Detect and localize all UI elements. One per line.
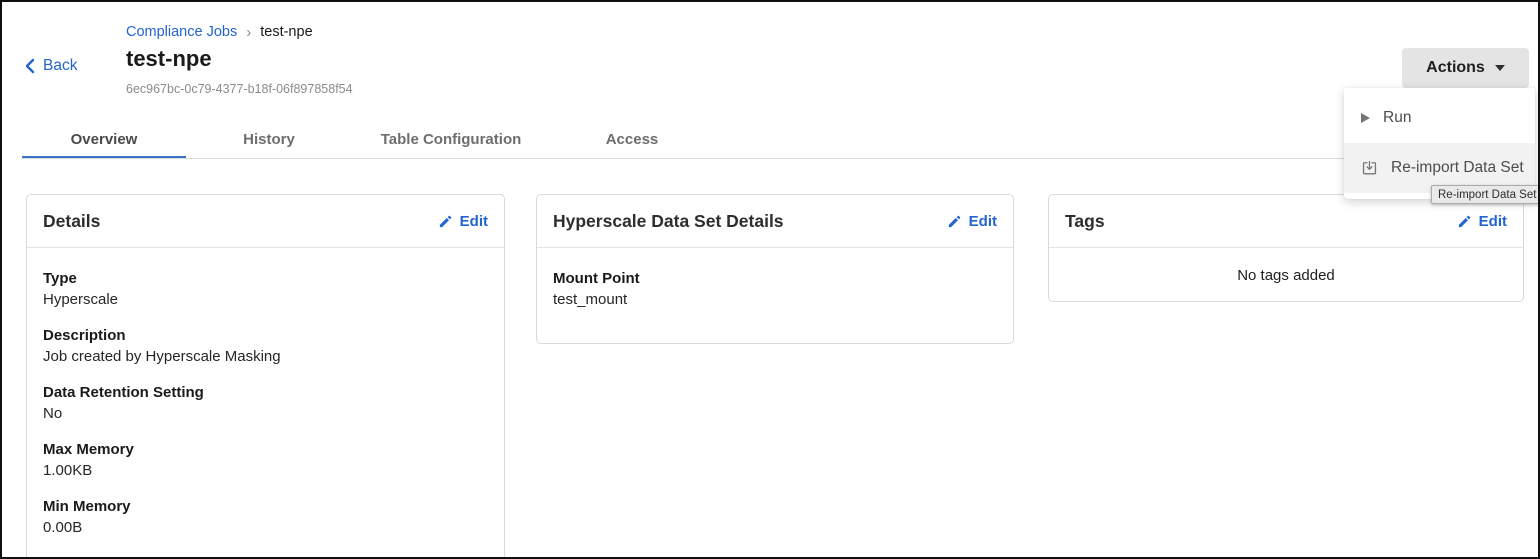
page-title: test-npe xyxy=(126,46,212,72)
actions-dropdown-menu: Run Re-import Data Set xyxy=(1344,88,1535,199)
field-label: Description xyxy=(43,325,488,346)
breadcrumb-parent-link[interactable]: Compliance Jobs xyxy=(126,24,237,40)
field-mount-point: Mount Point test_mount xyxy=(553,268,997,310)
tab-overview[interactable]: Overview xyxy=(22,120,186,159)
field-label: Data Retention Setting xyxy=(43,382,488,403)
field-value: No xyxy=(43,403,488,424)
actions-button-label: Actions xyxy=(1426,59,1485,77)
breadcrumb-separator-icon: › xyxy=(246,25,251,40)
caret-down-icon xyxy=(1495,65,1505,71)
pencil-icon xyxy=(438,214,453,229)
back-label: Back xyxy=(43,57,77,75)
import-icon xyxy=(1361,160,1378,177)
pencil-icon xyxy=(947,214,962,229)
tab-access[interactable]: Access xyxy=(550,120,714,159)
pencil-icon xyxy=(1457,214,1472,229)
tab-history[interactable]: History xyxy=(186,120,352,159)
field-max-memory: Max Memory 1.00KB xyxy=(43,439,488,481)
field-label: Type xyxy=(43,268,488,289)
edit-label: Edit xyxy=(460,213,488,230)
details-card-header: Details Edit xyxy=(27,195,504,248)
card-title: Hyperscale Data Set Details xyxy=(553,211,784,232)
field-label: Mount Point xyxy=(553,268,997,289)
menu-item-label: Run xyxy=(1383,109,1411,127)
tags-card: Tags Edit No tags added xyxy=(1048,194,1524,302)
tags-edit-button[interactable]: Edit xyxy=(1457,213,1507,230)
details-card-body: Type Hyperscale Description Job created … xyxy=(27,248,504,559)
field-type: Type Hyperscale xyxy=(43,268,488,310)
actions-button[interactable]: Actions xyxy=(1402,48,1529,88)
dataset-card-header: Hyperscale Data Set Details Edit xyxy=(537,195,1013,248)
field-label: Min Memory xyxy=(43,496,488,517)
field-label: Max Memory xyxy=(43,439,488,460)
menu-item-run[interactable]: Run xyxy=(1344,93,1535,143)
details-edit-button[interactable]: Edit xyxy=(438,213,488,230)
tags-empty-message: No tags added xyxy=(1049,248,1523,302)
details-card: Details Edit Type Hyperscale Description… xyxy=(26,194,505,559)
field-value: 1.00KB xyxy=(43,460,488,481)
tab-label: Overview xyxy=(71,131,138,148)
field-value: test_mount xyxy=(553,289,997,310)
field-min-memory: Min Memory 0.00B xyxy=(43,496,488,538)
field-value: Job created by Hyperscale Masking xyxy=(43,346,488,367)
field-label: Max Concurrent Source Connections xyxy=(43,553,488,559)
app-window: Compliance Jobs › test-npe Back test-npe… xyxy=(0,0,1540,559)
field-value: Hyperscale xyxy=(43,289,488,310)
play-icon xyxy=(1361,113,1370,123)
card-title: Tags xyxy=(1065,211,1105,232)
breadcrumb-current: test-npe xyxy=(260,24,312,40)
tab-table-configuration[interactable]: Table Configuration xyxy=(352,120,550,159)
dataset-edit-button[interactable]: Edit xyxy=(947,213,997,230)
tab-label: History xyxy=(243,131,295,148)
edit-label: Edit xyxy=(969,213,997,230)
dataset-card-body: Mount Point test_mount xyxy=(537,248,1013,310)
tab-label: Table Configuration xyxy=(381,131,522,148)
field-data-retention: Data Retention Setting No xyxy=(43,382,488,424)
chevron-left-icon xyxy=(24,58,35,74)
edit-label: Edit xyxy=(1479,213,1507,230)
menu-item-label: Re-import Data Set xyxy=(1391,159,1524,177)
job-uuid: 6ec967bc-0c79-4377-b18f-06f897858f54 xyxy=(126,82,353,96)
card-title: Details xyxy=(43,211,100,232)
dataset-card: Hyperscale Data Set Details Edit Mount P… xyxy=(536,194,1014,344)
field-description: Description Job created by Hyperscale Ma… xyxy=(43,325,488,367)
breadcrumb: Compliance Jobs › test-npe xyxy=(126,24,313,40)
tab-bar: Overview History Table Configuration Acc… xyxy=(22,120,714,159)
tab-label: Access xyxy=(606,131,659,148)
tooltip: Re-import Data Set xyxy=(1431,185,1540,204)
field-value: 0.00B xyxy=(43,517,488,538)
field-max-concurrent-source-connections: Max Concurrent Source Connections xyxy=(43,553,488,559)
back-button[interactable]: Back xyxy=(24,57,77,75)
tab-bar-divider xyxy=(22,158,1522,159)
